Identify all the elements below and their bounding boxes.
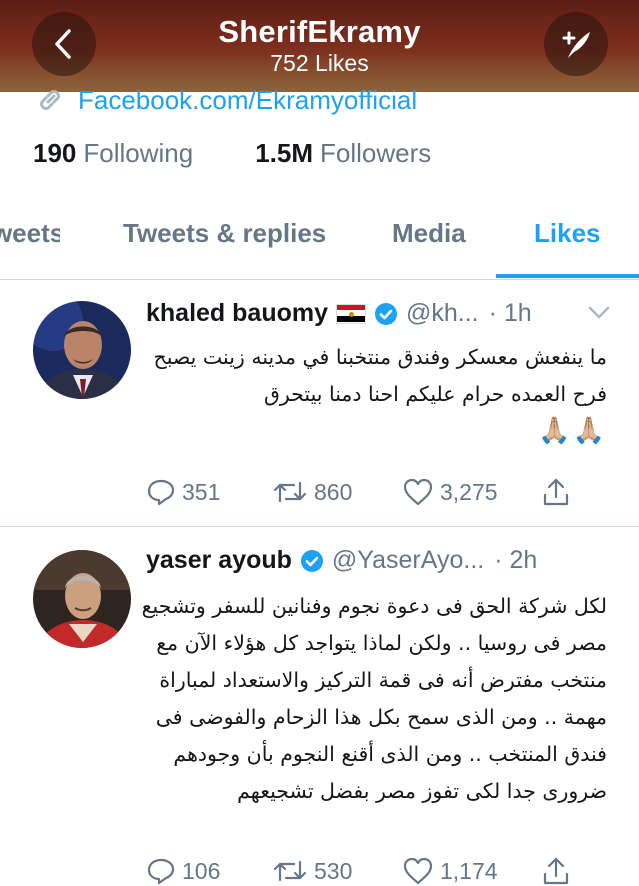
tab-tweets-replies[interactable]: Tweets & replies <box>123 218 326 249</box>
share-button[interactable] <box>542 856 570 886</box>
compose-feather-icon <box>562 31 590 58</box>
tweet-header: yaser ayoub @YaserAyo... · 2h <box>146 546 537 575</box>
tweet[interactable]: yaser ayoub @YaserAyo... · 2h لكل شركة ا… <box>0 528 639 886</box>
avatar[interactable] <box>33 301 131 399</box>
tweet-text: ما ينفعش معسكر وفندق منتخبنا في مدينه زي… <box>137 339 607 450</box>
retweet-button[interactable]: 860 <box>272 479 402 506</box>
profile-website-link[interactable]: Facebook.com/Ekramyofficial <box>78 85 417 116</box>
link-icon <box>40 90 60 110</box>
like-count: 1,174 <box>440 857 498 884</box>
profile-link-row[interactable]: Facebook.com/Ekramyofficial <box>34 84 417 116</box>
reply-count: 351 <box>182 478 221 505</box>
tweet-time: · 2h <box>494 546 538 574</box>
share-button[interactable] <box>542 477 570 507</box>
tweet[interactable]: khaled bauomy @kh... · 1h ما ينفعش معسكر… <box>0 281 639 527</box>
chevron-down-icon <box>588 306 610 319</box>
reply-count: 106 <box>182 857 221 884</box>
tweet-actions: 351 860 3,275 <box>146 477 570 507</box>
retweet-count: 530 <box>314 857 353 884</box>
profile-tabs: Tweets Tweets & replies Media Likes <box>0 200 639 280</box>
followers-label: Followers <box>320 138 432 168</box>
tweet-body-text: ما ينفعش معسكر وفندق منتخبنا في مدينه زي… <box>153 345 607 406</box>
tweet-header: khaled bauomy @kh... · 1h <box>146 299 532 328</box>
follow-stats: 190 Following 1.5M Followers <box>33 138 431 169</box>
tab-tweets-clip: Tweets <box>0 200 60 280</box>
verified-badge-icon <box>300 549 324 573</box>
active-tab-indicator <box>496 274 639 278</box>
compose-tweet-button[interactable] <box>544 12 608 76</box>
egypt-flag-icon <box>336 303 366 324</box>
tweet-text: لكل شركة الحق فى دعوة نجوم وفنانين للسفر… <box>137 588 607 810</box>
like-button[interactable]: 1,174 <box>402 857 542 885</box>
author-handle[interactable]: @kh... <box>406 299 479 328</box>
tweet-menu-button[interactable] <box>587 305 611 325</box>
share-icon <box>543 857 569 885</box>
following-count: 190 <box>33 138 77 168</box>
share-icon <box>543 478 569 506</box>
retweet-button[interactable]: 530 <box>272 858 402 885</box>
tweet-emoji: 🙏🏼🙏🏼 <box>538 416 607 446</box>
heart-icon <box>403 478 433 506</box>
followers-stat[interactable]: 1.5M Followers <box>255 138 431 169</box>
author-name[interactable]: yaser ayoub <box>146 546 292 575</box>
profile-header: SherifEkramy 752 Likes <box>0 0 639 92</box>
tweet-time: · 1h <box>488 299 532 327</box>
reply-icon <box>147 858 175 885</box>
tweet-actions: 106 530 1,174 <box>146 856 570 886</box>
retweet-icon <box>273 481 307 503</box>
tab-tweets[interactable]: Tweets <box>0 218 60 249</box>
tweet-body-text: لكل شركة الحق فى دعوة نجوم وفنانين للسفر… <box>141 594 607 803</box>
reply-button[interactable]: 106 <box>146 857 272 885</box>
following-label: Following <box>83 138 194 168</box>
avatar-image <box>33 301 131 399</box>
reply-button[interactable]: 351 <box>146 478 272 506</box>
avatar-image <box>33 550 131 648</box>
reply-icon <box>147 479 175 506</box>
heart-icon <box>403 857 433 885</box>
like-count: 3,275 <box>440 478 498 505</box>
tab-media[interactable]: Media <box>392 218 466 249</box>
retweet-icon <box>273 860 307 882</box>
retweet-count: 860 <box>314 478 353 505</box>
avatar[interactable] <box>33 550 131 648</box>
followers-count: 1.5M <box>255 138 314 168</box>
author-name[interactable]: khaled bauomy <box>146 299 328 328</box>
following-stat[interactable]: 190 Following <box>33 138 193 169</box>
like-button[interactable]: 3,275 <box>402 478 542 506</box>
tab-likes[interactable]: Likes <box>534 218 601 249</box>
author-handle[interactable]: @YaserAyo... <box>332 546 484 575</box>
header-subtitle: 752 Likes <box>270 50 369 76</box>
verified-badge-icon <box>374 302 398 326</box>
